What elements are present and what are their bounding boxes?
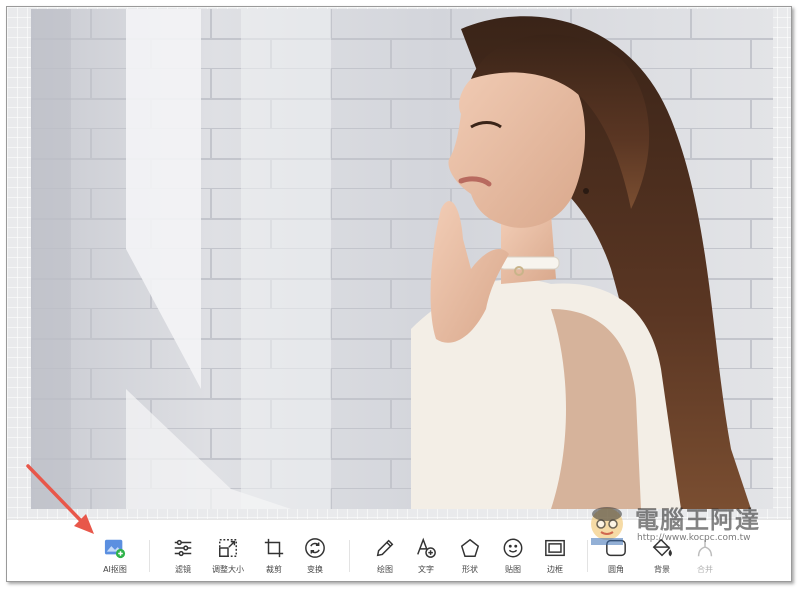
rounded-corner-icon: [604, 536, 628, 560]
tool-rounded-corner[interactable]: 圆角: [594, 520, 638, 581]
tool-label: 变换: [307, 565, 323, 574]
bottom-toolbar: AI抠图 滤镜 调整大小 裁剪 变换 绘图 文字 形状 贴图 边框 圆角 背景 …: [7, 519, 791, 581]
tool-label: 贴图: [505, 565, 521, 574]
emoji-icon: [501, 536, 525, 560]
crop-icon: [262, 536, 286, 560]
ai-cutout-icon: [103, 536, 127, 560]
toolbar-divider: [149, 540, 150, 572]
tool-transform[interactable]: 变换: [293, 520, 337, 581]
resize-icon: [216, 536, 240, 560]
tool-filter[interactable]: 滤镜: [161, 520, 205, 581]
tool-crop[interactable]: 裁剪: [252, 520, 296, 581]
tool-label: 滤镜: [175, 565, 191, 574]
paint-bucket-icon: [650, 536, 674, 560]
tool-border[interactable]: 边框: [533, 520, 577, 581]
tool-text[interactable]: 文字: [404, 520, 448, 581]
editor-window: AI抠图 滤镜 调整大小 裁剪 变换 绘图 文字 形状 贴图 边框 圆角 背景 …: [6, 6, 792, 582]
tool-label: 调整大小: [212, 565, 244, 574]
canvas-area: [7, 7, 791, 519]
merge-icon: [693, 536, 717, 560]
tool-label: 绘图: [377, 565, 393, 574]
tool-label: AI抠图: [103, 565, 127, 574]
tool-label: 背景: [654, 565, 670, 574]
text-add-icon: [414, 536, 438, 560]
tool-shape[interactable]: 形状: [448, 520, 492, 581]
tool-label: 合并: [697, 565, 713, 574]
tool-background[interactable]: 背景: [640, 520, 684, 581]
tool-label: 边框: [547, 565, 563, 574]
tool-draw[interactable]: 绘图: [363, 520, 407, 581]
tool-label: 裁剪: [266, 565, 282, 574]
tool-label: 圆角: [608, 565, 624, 574]
tool-sticker[interactable]: 贴图: [491, 520, 535, 581]
tool-resize[interactable]: 调整大小: [206, 520, 250, 581]
tool-ai-cutout[interactable]: AI抠图: [93, 520, 137, 581]
border-frame-icon: [543, 536, 567, 560]
tool-label: 文字: [418, 565, 434, 574]
sliders-icon: [171, 536, 195, 560]
rotate-icon: [303, 536, 327, 560]
toolbar-divider: [349, 540, 350, 572]
photo-canvas[interactable]: [31, 9, 773, 509]
tool-merge[interactable]: 合并: [683, 520, 727, 581]
tool-label: 形状: [462, 565, 478, 574]
portrait-photo: [31, 9, 773, 509]
toolbar-divider: [587, 540, 588, 572]
pentagon-icon: [458, 536, 482, 560]
pencil-icon: [373, 536, 397, 560]
